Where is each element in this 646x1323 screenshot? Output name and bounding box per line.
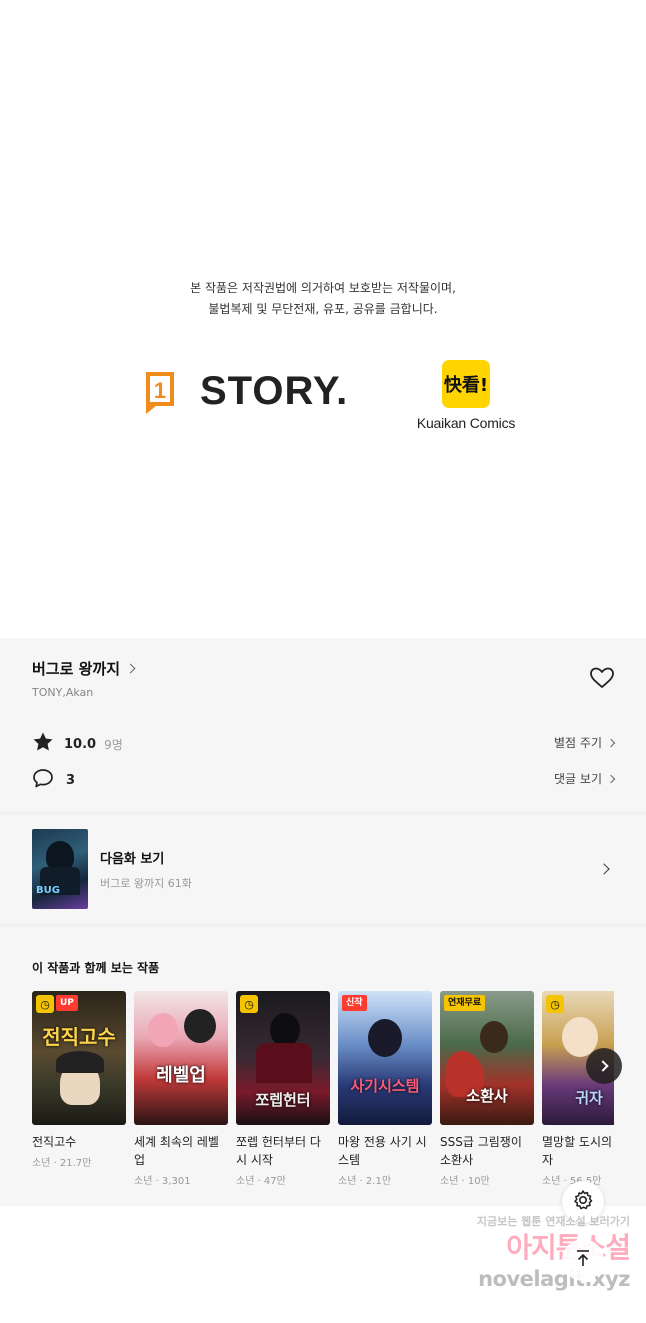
recommend-cover: ◷ 쪼렙헌터: [236, 991, 330, 1125]
next-episode-thumbnail-text: BUG: [36, 885, 60, 896]
story-logo-word: STORY.: [200, 369, 349, 413]
recommend-meta: 소년 · 2.1만: [338, 1176, 392, 1187]
story-logo-icon: 1: [144, 368, 176, 414]
recommend-item[interactable]: ◷ UP 전직고수 전직고수 소년 · 21.7만: [32, 991, 126, 1169]
recommend-title: SSS급 그림쟁이 소환사: [440, 1135, 522, 1167]
recommend-item[interactable]: ◷ 귀자 멸망할 도시의 귀자 소년 · 56.5만: [542, 991, 614, 1187]
next-episode-label: 다음화 보기: [100, 851, 165, 867]
rate-button[interactable]: 별점 주기: [554, 734, 616, 751]
recommend-meta: 소년 · 3,301: [134, 1176, 191, 1187]
recommend-item[interactable]: 레벨업 세계 최속의 레벨업 소년 · 3,301: [134, 991, 228, 1187]
kuaikan-logo-name: Kuaikan Comics: [416, 415, 516, 431]
clock-icon: ◷: [36, 995, 54, 1013]
status-badge: 연재무료: [444, 995, 486, 1011]
recommend-heading: 이 작품과 함께 보는 작품: [32, 961, 160, 975]
chevron-right-icon: [125, 663, 136, 674]
recommend-list: ◷ UP 전직고수 전직고수 소년 · 21.7만 레벨업 세계 최속의 레벨업…: [32, 991, 614, 1191]
watermark-line-1: 지금보는 웹툰 연재소설 보러가기: [476, 1215, 630, 1228]
comment-icon: [32, 767, 54, 793]
chevron-right-icon: [596, 1060, 609, 1072]
gear-icon: [572, 1189, 594, 1215]
publisher-logos: 1 STORY. 快看! Kuaikan Comics: [0, 360, 646, 440]
status-badge: UP: [56, 995, 78, 1011]
recommend-cover-text: 소환사: [466, 1087, 508, 1105]
recommend-cover-text: 전직고수: [42, 1025, 116, 1049]
story-logo-number: 1: [154, 378, 166, 403]
next-episode-button[interactable]: BUG 다음화 보기 버그로 왕까지 61화: [32, 829, 614, 909]
star-icon: [32, 731, 54, 757]
recommend-cover: 연재무료 소환사: [440, 991, 534, 1125]
next-episode-subtitle: 버그로 왕까지 61화: [100, 876, 192, 890]
chevron-right-icon: [598, 863, 610, 875]
recommend-title: 세계 최속의 레벨업: [134, 1135, 219, 1167]
chevron-right-icon: [606, 738, 616, 747]
status-badge: 신작: [342, 995, 367, 1011]
comments-button[interactable]: 댓글 보기: [554, 770, 616, 787]
work-title-link[interactable]: 버그로 왕까지: [32, 658, 136, 679]
recommend-title: 마왕 전용 사기 시스템: [338, 1135, 427, 1167]
recommend-item[interactable]: ◷ 쪼렙헌터 쪼렙 헌터부터 다시 시작 소년 · 47만: [236, 991, 330, 1187]
next-episode-text: 다음화 보기 버그로 왕까지 61화: [100, 848, 192, 891]
chevron-right-icon: [606, 774, 616, 783]
rating-count: 9명: [104, 737, 123, 752]
recommend-cover-text: 쪼렙헌터: [255, 1091, 311, 1109]
work-authors: TONY,Akan: [32, 686, 94, 699]
recommend-cover-text: 레벨업: [156, 1065, 206, 1086]
recommend-cover: 레벨업: [134, 991, 228, 1125]
clock-icon: ◷: [240, 995, 258, 1013]
rating-row: 10.0 9명: [32, 731, 123, 757]
copyright-line-2: 불법복제 및 무단전재, 유포, 공유를 금합니다.: [208, 302, 438, 316]
recommend-title: 쪼렙 헌터부터 다시 시작: [236, 1135, 321, 1167]
clock-icon: ◷: [546, 995, 564, 1013]
kuaikan-logo-badge: 快看!: [442, 360, 490, 408]
carousel-next-button[interactable]: [586, 1048, 622, 1084]
favorite-heart-icon[interactable]: [589, 666, 615, 690]
recommend-cover: 신작 사기시스템: [338, 991, 432, 1125]
recommend-cover: ◷ UP 전직고수: [32, 991, 126, 1125]
comments-button-label: 댓글 보기: [554, 772, 602, 786]
kuaikan-logo: 快看! Kuaikan Comics: [416, 360, 516, 431]
recommend-item[interactable]: 연재무료 소환사 SSS급 그림쟁이 소환사 소년 · 10만: [440, 991, 534, 1187]
comment-count: 3: [66, 772, 76, 788]
recommend-title: 멸망할 도시의 귀자: [542, 1135, 614, 1167]
arrow-up-icon: [573, 1248, 593, 1272]
recommend-meta: 소년 · 21.7만: [32, 1158, 92, 1169]
rating-value: 10.0: [64, 736, 97, 752]
recommend-cover-text: 귀자: [575, 1089, 603, 1107]
scroll-top-button[interactable]: [562, 1239, 604, 1281]
recommend-meta: 소년 · 10만: [440, 1176, 490, 1187]
next-episode-thumbnail: BUG: [32, 829, 88, 909]
work-title: 버그로 왕까지: [32, 660, 121, 678]
rate-button-label: 별점 주기: [554, 736, 602, 750]
recommend-cover-text: 사기시스템: [350, 1077, 420, 1095]
recommend-item[interactable]: 신작 사기시스템 마왕 전용 사기 시스템 소년 · 2.1만: [338, 991, 432, 1187]
watermark-line-3: novelagit.xyz: [478, 1267, 630, 1291]
copyright-line-1: 본 작품은 저작권법에 의거하여 보호받는 저작물이며,: [190, 281, 456, 295]
copyright-notice: 본 작품은 저작권법에 의거하여 보호받는 저작물이며, 불법복제 및 무단전재…: [0, 278, 646, 320]
story-logo: 1 STORY.: [144, 368, 348, 414]
comment-row: 3: [32, 767, 75, 793]
recommend-meta: 소년 · 47만: [236, 1176, 286, 1187]
recommend-title: 전직고수: [32, 1135, 77, 1149]
